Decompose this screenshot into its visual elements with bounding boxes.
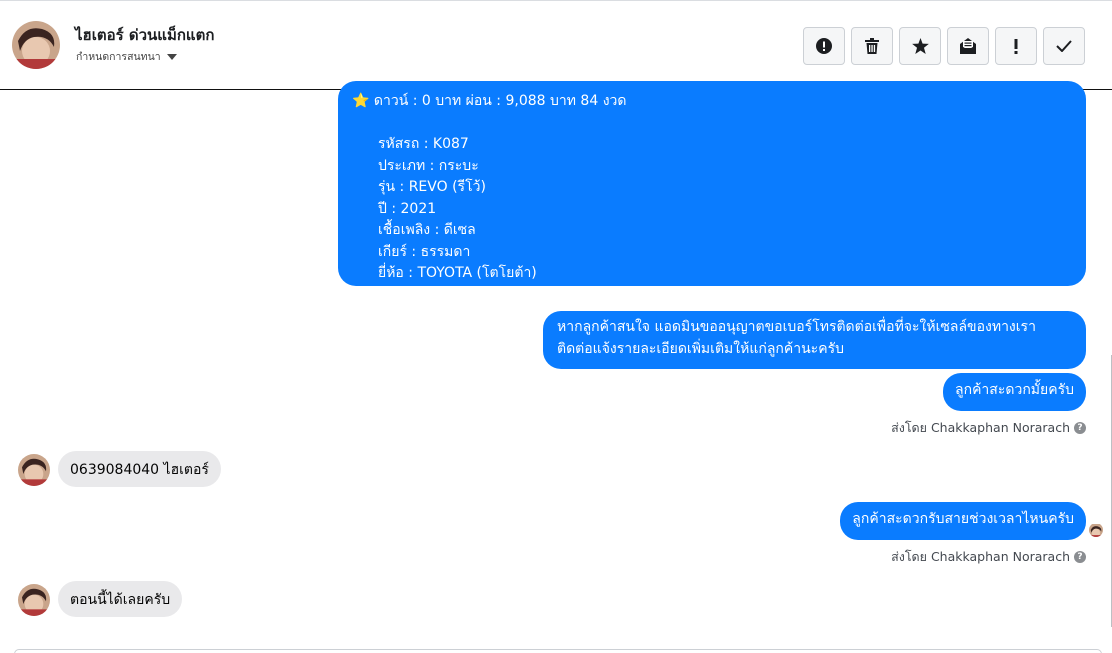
car-detail-line: ยี่ห้อ : TOYOTA (โตโยต้า) bbox=[378, 265, 537, 281]
car-detail-line: เชื้อเพลิง : ดีเซล bbox=[378, 222, 476, 238]
contact-name[interactable]: ไฮเตอร์ ด่วนแม็กแตก bbox=[75, 23, 214, 47]
help-icon[interactable]: ? bbox=[1074, 551, 1086, 563]
star-line: ⭐ ดาวน์ : 0 บาท ผ่อน : 9,088 บาท 84 งวด bbox=[352, 93, 627, 109]
spam-button[interactable] bbox=[995, 27, 1037, 65]
report-button[interactable] bbox=[803, 27, 845, 65]
checkmark-icon bbox=[1056, 40, 1072, 52]
car-detail-line bbox=[378, 113, 1072, 135]
sent-by-label: ส่งโดย Chakkaphan Norarach ? bbox=[891, 418, 1086, 438]
outgoing-message-request-phone: หากลูกค้าสนใจ แอดมินขออนุญาตขอเบอร์โทรติ… bbox=[543, 311, 1086, 369]
car-detail-line: รุ่น : REVO (รีโว้) bbox=[378, 179, 486, 195]
car-detail-line: ปี : 2021 bbox=[378, 200, 437, 217]
assign-label: กำหนดการสนทนา bbox=[76, 51, 161, 63]
star-icon: ⭐ bbox=[352, 93, 370, 109]
outgoing-message-car-details: ⭐ ดาวน์ : 0 บาท ผ่อน : 9,088 บาท 84 งวด … bbox=[338, 81, 1086, 286]
incoming-message-phone: 0639084040 ไฮเตอร์ bbox=[58, 451, 221, 487]
contact-avatar-small bbox=[18, 454, 50, 486]
conversation-header: ไฮเตอร์ ด่วนแม็กแตก กำหนดการสนทนา bbox=[0, 0, 1112, 90]
sent-by-label: ส่งโดย Chakkaphan Norarach ? bbox=[891, 547, 1086, 567]
contact-avatar-small bbox=[18, 584, 50, 616]
trash-icon bbox=[865, 38, 879, 54]
car-detail-line: รหัสรถ : K087 bbox=[378, 136, 469, 152]
assign-conversation-dropdown[interactable]: กำหนดการสนทนา bbox=[76, 48, 177, 65]
message-composer[interactable] bbox=[14, 649, 1102, 653]
mark-unread-button[interactable] bbox=[947, 27, 989, 65]
message-list[interactable]: ⭐ ดาวน์ : 0 บาท ผ่อน : 9,088 บาท 84 งวด … bbox=[0, 81, 1112, 653]
incoming-message-now: ตอนนี้ได้เลยครับ bbox=[58, 581, 183, 617]
contact-avatar[interactable] bbox=[12, 21, 60, 69]
star-button[interactable] bbox=[899, 27, 941, 65]
envelope-open-icon bbox=[960, 38, 976, 54]
help-icon[interactable]: ? bbox=[1074, 422, 1086, 434]
car-detail-line: ประเภท : กระบะ bbox=[378, 157, 479, 174]
delete-button[interactable] bbox=[851, 27, 893, 65]
chevron-down-icon bbox=[166, 53, 177, 60]
outgoing-message-time: ลูกค้าสะดวกรับสายช่วงเวลาไหนครับ bbox=[840, 502, 1086, 540]
seen-avatar bbox=[1089, 523, 1103, 537]
star-icon bbox=[911, 38, 929, 54]
done-button[interactable] bbox=[1043, 27, 1085, 65]
alert-circle-icon bbox=[816, 38, 832, 54]
conversation-toolbar bbox=[803, 27, 1085, 65]
exclamation-icon bbox=[1014, 38, 1018, 54]
outgoing-message-convenient: ลูกค้าสะดวกมั้ยครับ bbox=[943, 373, 1086, 411]
car-detail-line: เกียร์ : ธรรมดา bbox=[378, 243, 471, 260]
car-details-lines: รหัสรถ : K087 ประเภท : กระบะรุ่น : REVO (… bbox=[352, 113, 1072, 285]
